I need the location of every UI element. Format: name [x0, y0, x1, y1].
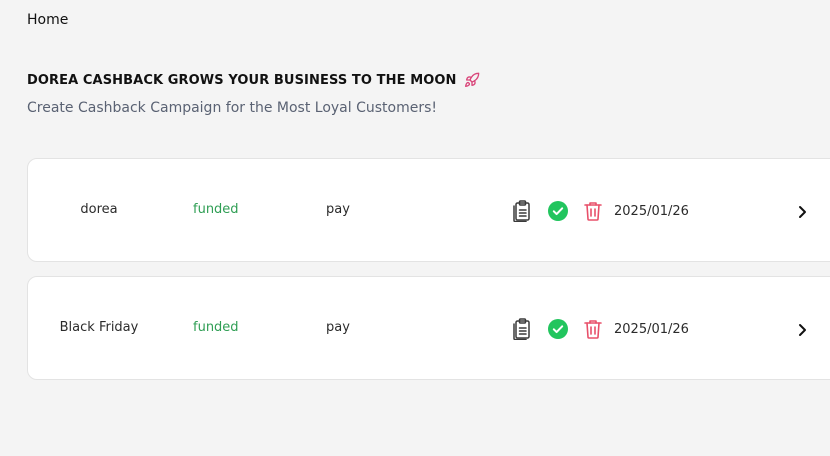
campaigns-page: Home DOREA CASHBACK GROWS YOUR BUSINESS … — [0, 0, 830, 456]
check-circle-icon — [547, 200, 569, 222]
campaign-type: pay — [326, 202, 350, 217]
campaign-type: pay — [326, 320, 350, 335]
rocket-icon — [464, 72, 480, 88]
breadcrumb-home[interactable]: Home — [27, 12, 68, 28]
campaign-status: funded — [193, 320, 239, 335]
campaign-name: Black Friday — [59, 320, 139, 335]
check-circle-icon — [547, 318, 569, 340]
campaign-card[interactable]: dorea funded pay 2025/01/26 — [27, 158, 830, 262]
trash-icon[interactable] — [582, 200, 604, 222]
chevron-right-icon[interactable] — [791, 319, 813, 341]
chevron-right-icon[interactable] — [791, 201, 813, 223]
campaign-card[interactable]: Black Friday funded pay 2025/01/26 — [27, 276, 830, 380]
campaign-name: dorea — [80, 202, 118, 217]
campaign-date: 2025/01/26 — [614, 204, 689, 219]
trash-icon[interactable] — [582, 318, 604, 340]
page-title: DOREA CASHBACK GROWS YOUR BUSINESS TO TH… — [27, 72, 480, 88]
campaign-status: funded — [193, 202, 239, 217]
page-subtitle: Create Cashback Campaign for the Most Lo… — [27, 100, 438, 116]
campaign-date: 2025/01/26 — [614, 322, 689, 337]
page-title-text: DOREA CASHBACK GROWS YOUR BUSINESS TO TH… — [27, 72, 457, 88]
clipboard-icon[interactable] — [511, 318, 533, 340]
clipboard-icon[interactable] — [511, 200, 533, 222]
